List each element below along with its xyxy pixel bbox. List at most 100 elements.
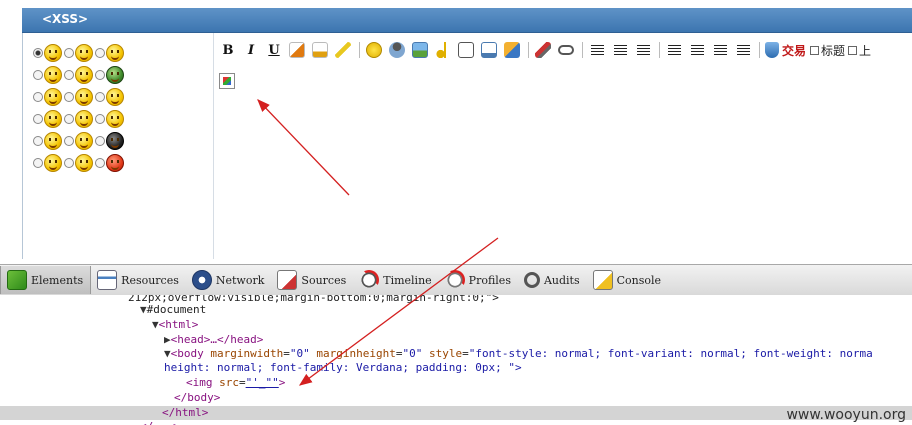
furious-emoticon-icon[interactable]: [106, 154, 124, 172]
dom-tag: >: [278, 376, 286, 389]
emoticon-radio[interactable]: [95, 92, 105, 102]
cry-emoticon-icon[interactable]: [106, 110, 124, 128]
frown-emoticon-icon[interactable]: [44, 154, 62, 172]
emoticon-radio[interactable]: [95, 114, 105, 124]
devil-emoticon-icon[interactable]: [106, 132, 124, 150]
tab-profiles[interactable]: Profiles: [439, 266, 518, 294]
emoticon-radio[interactable]: [33, 136, 43, 146]
emoticon-radio[interactable]: [95, 48, 105, 58]
dom-line-trailing[interactable]: </...>: [140, 420, 180, 425]
tab-console[interactable]: Console: [587, 266, 668, 294]
dom-line-body[interactable]: ▼<body marginwidth="0" marginheight="0" …: [164, 347, 873, 361]
align-left-icon: [590, 44, 604, 56]
angry-emoticon-icon[interactable]: [44, 110, 62, 128]
clean-format-button[interactable]: [534, 41, 552, 59]
tab-elements[interactable]: Elements: [0, 266, 92, 294]
profiles-icon: [444, 270, 465, 290]
align-left-button[interactable]: [588, 41, 606, 59]
italic-button[interactable]: I: [242, 41, 260, 59]
emoticon-radio[interactable]: [64, 92, 74, 102]
dom-line-img[interactable]: <img src="'_"">: [186, 376, 285, 390]
smirk-emoticon-icon[interactable]: [75, 132, 93, 150]
emoticon-radio[interactable]: [33, 70, 43, 80]
dom-line-body-close[interactable]: </body>: [174, 391, 220, 405]
confused-emoticon-icon[interactable]: [44, 88, 62, 106]
emoticon-radio[interactable]: [33, 92, 43, 102]
editor-title: <XSS>: [42, 12, 89, 26]
music-button[interactable]: [434, 41, 452, 59]
dom-line-html[interactable]: ▼<html>: [152, 318, 198, 332]
tongue-emoticon-icon[interactable]: [75, 66, 93, 84]
dom-text: #document: [146, 303, 207, 316]
dom-line-head[interactable]: ▶<head>…</head>: [164, 333, 263, 347]
align-right-button[interactable]: [634, 41, 652, 59]
link-button[interactable]: [557, 41, 575, 59]
editor-content-area[interactable]: [219, 63, 909, 253]
dom-attr-value: "0": [402, 347, 423, 360]
dom-line-document[interactable]: ▼#document: [140, 303, 206, 317]
broken-image-icon[interactable]: [219, 73, 235, 89]
hammer-emoticon-icon[interactable]: [75, 154, 93, 172]
toolbar-divider: [359, 42, 360, 58]
love-emoticon-icon[interactable]: [44, 66, 62, 84]
dom-tree-panel: 212px;overflow:visible;margin-bottom:0;m…: [0, 295, 912, 425]
collapse-triangle-icon[interactable]: ▶: [164, 333, 171, 346]
cool-emoticon-icon[interactable]: [75, 88, 93, 106]
emoticon-radio[interactable]: [33, 48, 43, 58]
align-center-button[interactable]: [611, 41, 629, 59]
expand-triangle-icon[interactable]: ▼: [164, 347, 171, 360]
emoticon-radio[interactable]: [95, 158, 105, 168]
sad-emoticon-icon[interactable]: [75, 110, 93, 128]
tab-sources[interactable]: Sources: [271, 266, 353, 294]
emoticon-radio[interactable]: [33, 158, 43, 168]
wink-emoticon-icon[interactable]: [106, 44, 124, 62]
user-button[interactable]: [388, 41, 406, 59]
dom-attr-value: "0": [289, 347, 310, 360]
bullet-list-icon: [690, 44, 704, 56]
turtle-emoticon-icon[interactable]: [106, 66, 124, 84]
tab-audits[interactable]: Audits: [518, 266, 587, 294]
bullet-list-button[interactable]: [688, 41, 706, 59]
eraser-icon: [535, 42, 551, 58]
dom-attr-name: style: [428, 347, 463, 360]
expand-triangle-icon[interactable]: ▼: [152, 318, 159, 331]
smiley-icon: [366, 42, 382, 58]
font-color-button[interactable]: [311, 41, 329, 59]
dom-line-html-close[interactable]: </html>: [162, 406, 208, 420]
expand-triangle-icon[interactable]: ▼: [140, 303, 147, 316]
tab-resources[interactable]: Resources: [91, 266, 186, 294]
bold-button[interactable]: B: [219, 41, 237, 59]
dom-line-body-cont[interactable]: height: normal; font-family: Verdana; pa…: [164, 361, 522, 375]
quote-button[interactable]: [480, 41, 498, 59]
emoticon-radio[interactable]: [64, 158, 74, 168]
highlight-button[interactable]: [334, 41, 352, 59]
emoticon-radio[interactable]: [64, 48, 74, 58]
emoticon-button[interactable]: [365, 41, 383, 59]
image-button[interactable]: [411, 41, 429, 59]
table-button[interactable]: [503, 41, 521, 59]
emoticon-radio[interactable]: [64, 114, 74, 124]
emoticon-radio[interactable]: [95, 136, 105, 146]
extra-checkbox[interactable]: [848, 45, 858, 55]
smile-emoticon-icon[interactable]: [44, 44, 62, 62]
underline-button[interactable]: U: [265, 41, 283, 59]
tab-network[interactable]: Network: [186, 266, 272, 294]
emoticon-radio[interactable]: [33, 114, 43, 124]
title-checkbox[interactable]: [810, 45, 820, 55]
surprised-emoticon-icon[interactable]: [106, 88, 124, 106]
trade-button[interactable]: 交易: [782, 42, 806, 59]
indent-button[interactable]: [734, 41, 752, 59]
ordered-list-button[interactable]: [665, 41, 683, 59]
outdent-button[interactable]: [711, 41, 729, 59]
emoticon-radio[interactable]: [64, 136, 74, 146]
font-size-button[interactable]: [288, 41, 306, 59]
selected-dom-row[interactable]: [0, 406, 912, 420]
code-button[interactable]: [457, 41, 475, 59]
emoticon-radio[interactable]: [95, 70, 105, 80]
tab-timeline[interactable]: Timeline: [353, 266, 438, 294]
emoticon-radio[interactable]: [64, 70, 74, 80]
quote-icon: [481, 42, 497, 58]
code-icon: [458, 42, 474, 58]
grin-emoticon-icon[interactable]: [75, 44, 93, 62]
shout-emoticon-icon[interactable]: [44, 132, 62, 150]
